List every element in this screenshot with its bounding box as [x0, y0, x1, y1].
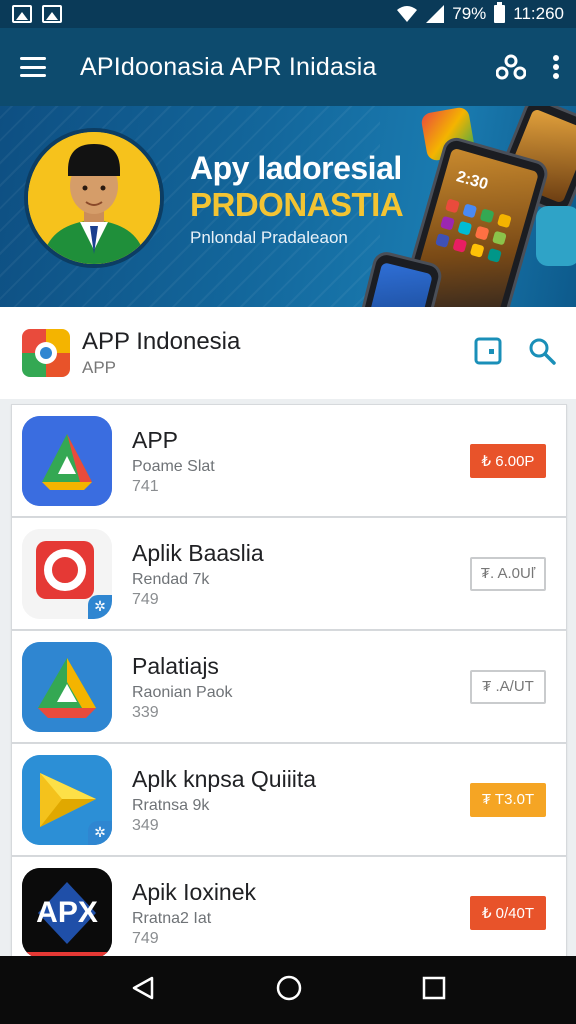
status-bar: 79% 11:260 [0, 0, 576, 28]
header-title: APP Indonesia [82, 328, 241, 355]
image-notification-icon [12, 5, 32, 23]
apx-logo-icon: APX [22, 867, 112, 958]
clock: 11:260 [513, 4, 564, 23]
app-count: 339 [132, 703, 159, 721]
banner-tagline: Pnlondal Pradaleaon [190, 228, 348, 247]
app-list-item[interactable]: APP Poame Slat 741 ₺ 6.00P [11, 404, 567, 517]
app-count: 749 [132, 929, 159, 947]
home-icon[interactable] [275, 974, 303, 1007]
app-title: APIdoonasia APR Inidasia [80, 52, 377, 81]
app-name: Palatiajs [132, 652, 219, 679]
app-name: Aplik Baaslia [132, 539, 264, 566]
app-description: Rratna2 Iat [132, 909, 212, 927]
status-notifications [12, 5, 62, 23]
app-description: Raonian Paok [132, 683, 233, 701]
app-count: 741 [132, 477, 159, 495]
recents-icon[interactable] [422, 976, 446, 1005]
system-nav-bar [0, 956, 576, 1024]
price-button[interactable]: ₮ T3.0T [470, 782, 546, 817]
phone-clock: 2:30 [454, 168, 490, 194]
phone-app-grid [435, 198, 512, 263]
app-list-item[interactable]: ✲ Aplik Baaslia Rendad 7k 749 ₮. A.0Uľ [11, 517, 567, 630]
mascot-avatar [24, 128, 164, 268]
signal-icon [426, 5, 445, 23]
battery-percent: 79% [452, 4, 487, 23]
app-list-item[interactable]: APX Apik Ioxinek Rratna2 Iat 749 ₺ 0/40T [11, 856, 567, 969]
share-icon[interactable] [496, 54, 526, 80]
window-icon[interactable] [474, 337, 502, 370]
header-subtitle: APP [82, 358, 117, 377]
banner-subtitle: PRDONASTIA [190, 186, 404, 223]
hamburger-menu-icon[interactable] [20, 57, 46, 77]
price-button[interactable]: ₺ 6.00P [470, 443, 546, 478]
app-description: Rendad 7k [132, 570, 210, 588]
more-vert-icon[interactable] [552, 54, 560, 80]
badge-icon: ✲ [88, 594, 112, 619]
app-count: 749 [132, 590, 159, 608]
drive-triangle-icon [22, 641, 112, 732]
app-logo-icon [22, 329, 70, 377]
app-name: Aplk knpsa Quiiita [132, 765, 317, 792]
banner-maps-tile-icon [536, 206, 576, 266]
svg-text:APX: APX [36, 896, 98, 929]
price-button[interactable]: ₮. A.0Uľ [470, 556, 546, 591]
app-name: Apik Ioxinek [132, 878, 257, 905]
app-description: Rratnsa 9k [132, 796, 210, 814]
back-icon[interactable] [130, 975, 156, 1006]
banner-title: Apy ladoresial [190, 150, 402, 186]
wifi-icon [397, 6, 418, 22]
play-arrow-icon: ✲ [22, 754, 112, 845]
gallery-notification-icon [42, 5, 62, 23]
status-indicators: 79% 11:260 [396, 2, 564, 24]
app-count: 349 [132, 816, 159, 834]
price-button[interactable]: ₮ .A/UT [470, 669, 546, 704]
badge-icon: ✲ [88, 820, 112, 845]
app-name: APP [132, 426, 179, 453]
red-o-icon: ✲ [22, 528, 112, 619]
app-list: APP Poame Slat 741 ₺ 6.00P ✲ Aplik Baasl… [11, 404, 567, 969]
app-list-item[interactable]: Palatiajs Raonian Paok 339 ₮ .A/UT [11, 630, 567, 743]
drive-triangle-icon [22, 415, 112, 506]
search-icon[interactable] [528, 337, 556, 370]
promo-banner[interactable]: Apy ladoresial PRDONASTIA Pnlondal Prada… [0, 106, 576, 307]
screen: 79% 11:260 APIdoonasia APR Inidasia Apy … [0, 0, 576, 1024]
app-list-item[interactable]: ✲ Aplk knpsa Quiiita Rratnsa 9k 349 ₮ T3… [11, 743, 567, 856]
app-bar: APIdoonasia APR Inidasia [0, 28, 576, 106]
app-description: Poame Slat [132, 457, 215, 475]
battery-icon [494, 2, 506, 23]
app-header: APP Indonesia APP [0, 307, 576, 399]
price-button[interactable]: ₺ 0/40T [470, 895, 546, 930]
